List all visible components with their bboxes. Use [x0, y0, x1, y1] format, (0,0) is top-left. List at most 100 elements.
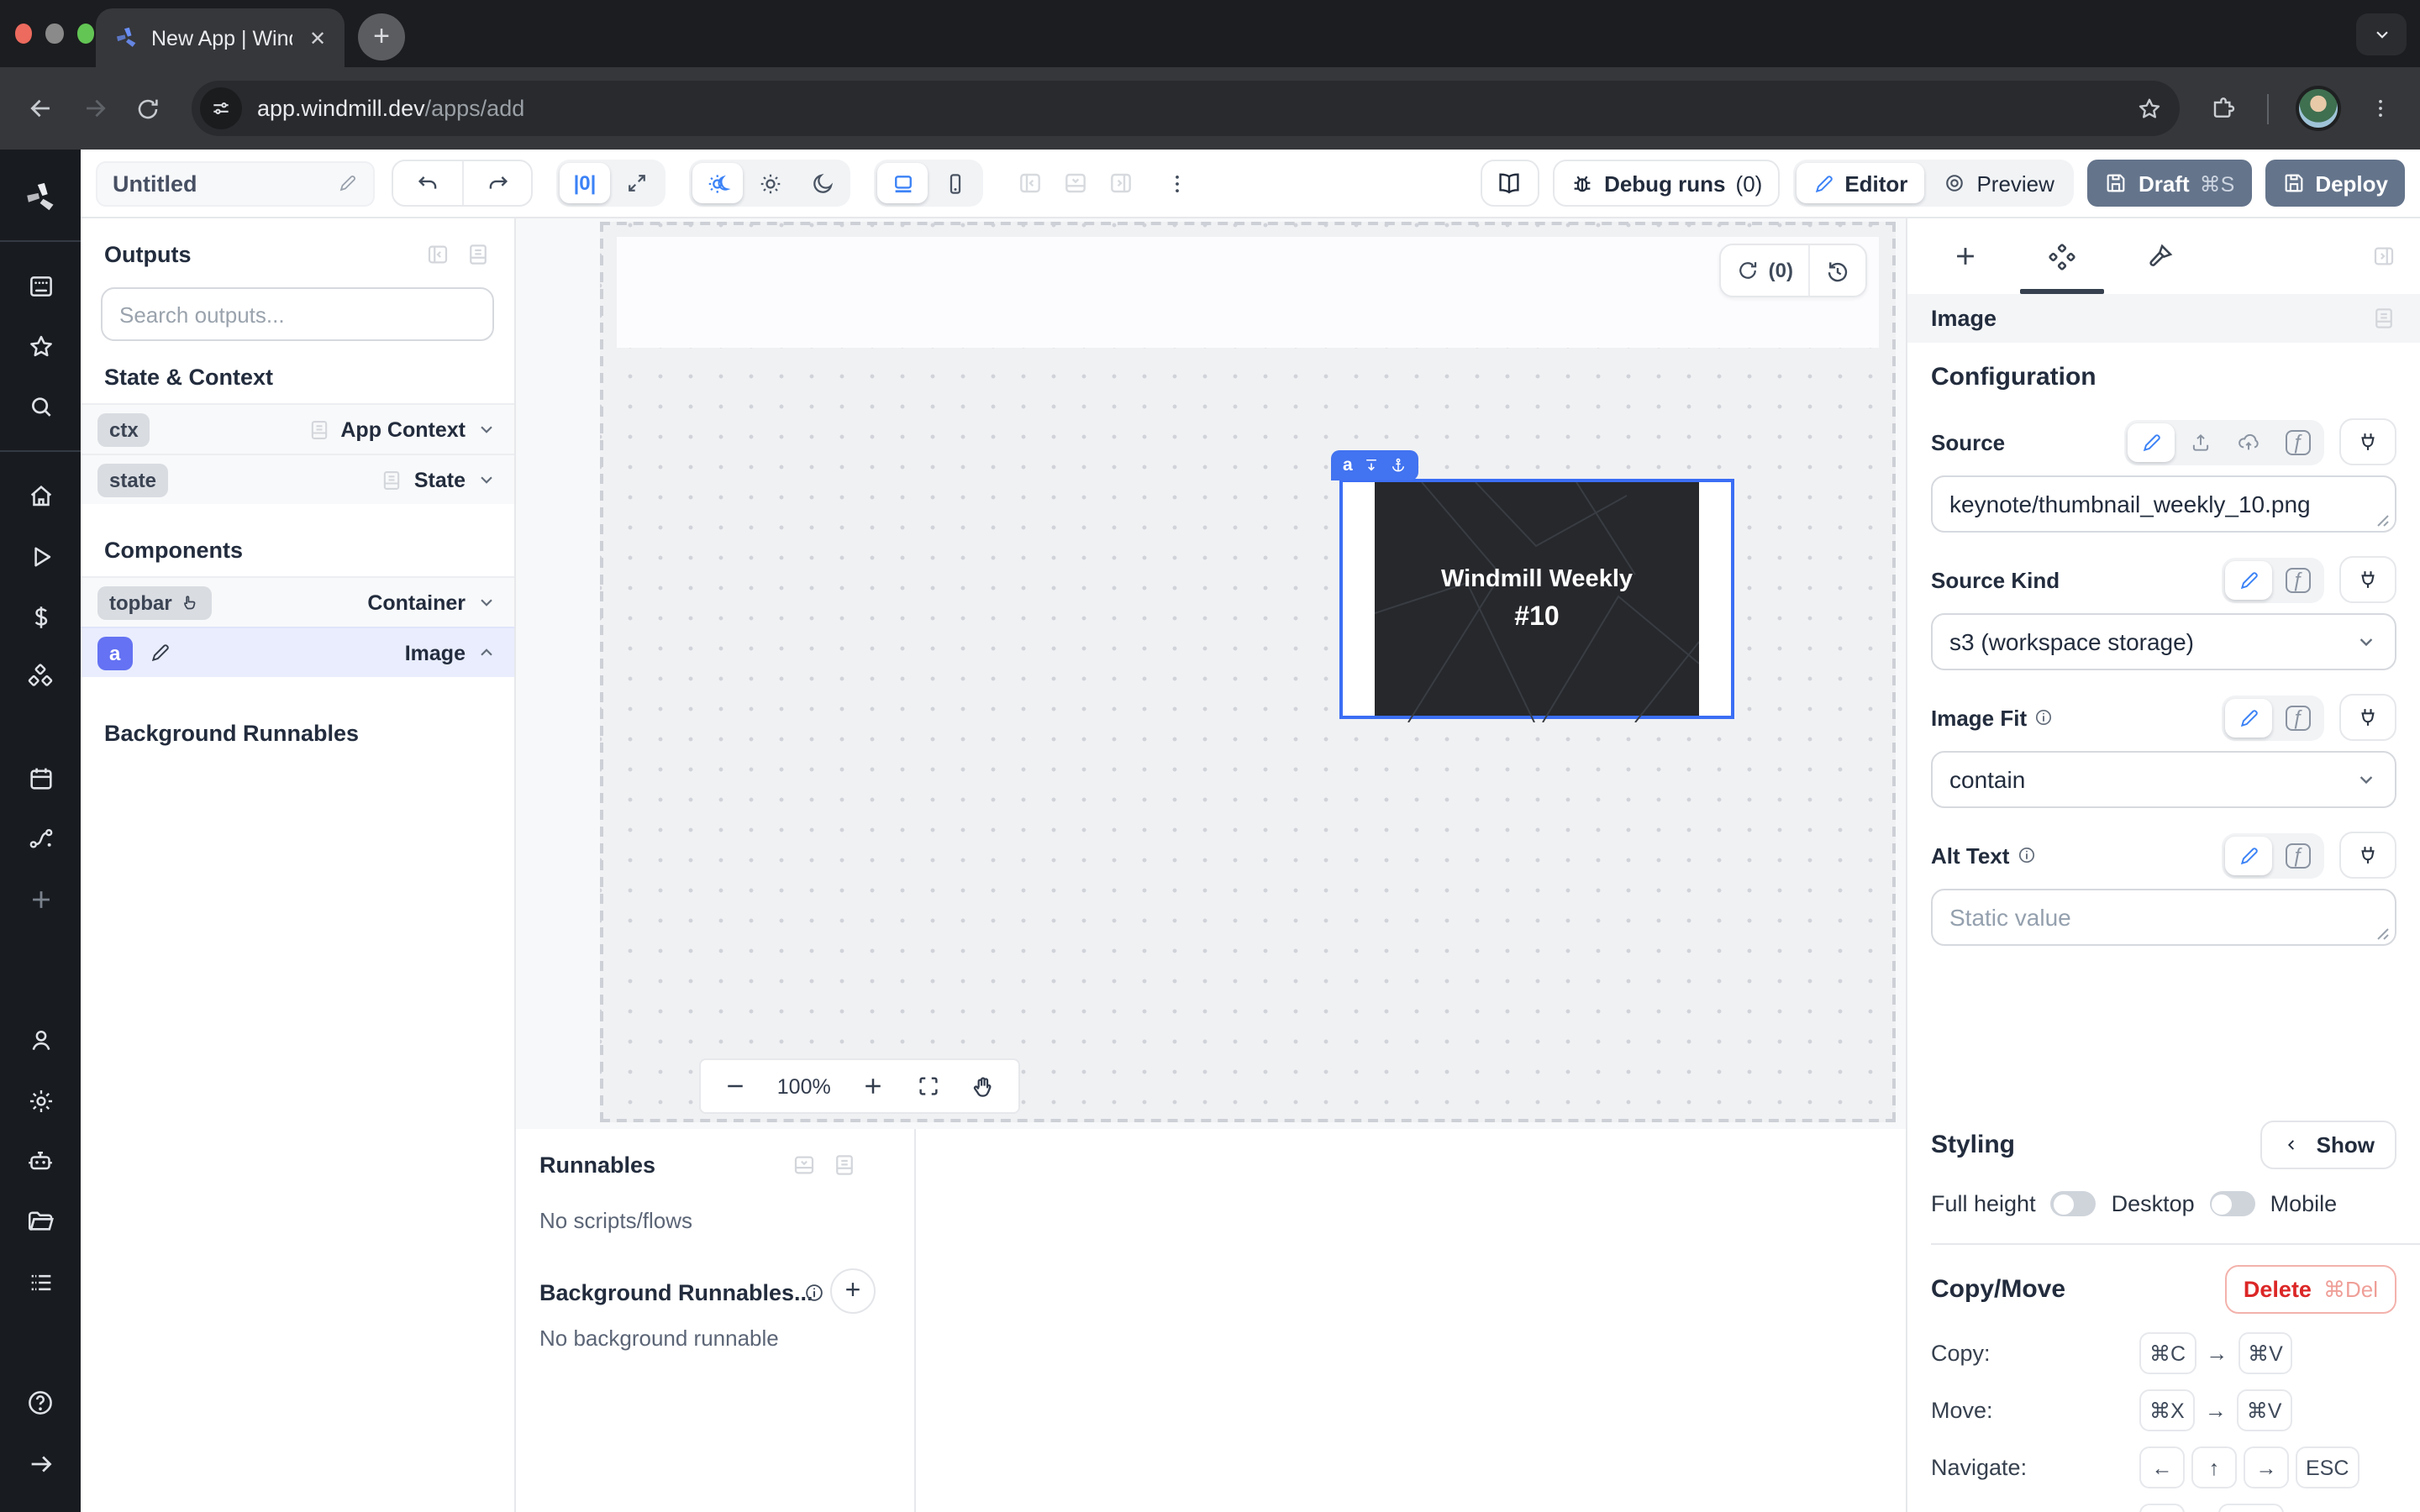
window-controls[interactable]	[0, 0, 94, 67]
toggle-bottom-panel-icon[interactable]	[1062, 170, 1089, 197]
desktop-view-button[interactable]	[877, 163, 928, 203]
theme-auto-button[interactable]	[692, 163, 743, 203]
sidebar-item-favorites[interactable]	[0, 316, 81, 376]
expression-mode-button[interactable]: ƒ	[2274, 698, 2321, 737]
fullscreen-canvas-button[interactable]	[612, 163, 662, 203]
sidebar-item-help[interactable]	[0, 1373, 81, 1433]
component-row-topbar[interactable]: topbar Container	[81, 576, 514, 627]
topbar-badge[interactable]: topbar	[97, 585, 213, 619]
chevron-down-icon[interactable]	[476, 469, 497, 491]
docs-button[interactable]	[1480, 160, 1539, 207]
tab-component-settings[interactable]	[2018, 218, 2106, 294]
deploy-button[interactable]: Deploy	[2265, 160, 2405, 207]
toggle-left-panel-icon[interactable]	[1017, 170, 1044, 197]
connect-output-button[interactable]	[2339, 694, 2396, 741]
expression-mode-button[interactable]: ƒ	[2274, 836, 2321, 874]
windmill-logo[interactable]	[0, 166, 81, 227]
add-background-runnable-button[interactable]: +	[830, 1268, 876, 1314]
close-tab-icon[interactable]: ✕	[304, 24, 331, 51]
tab-search-button[interactable]	[2356, 13, 2407, 55]
extensions-icon[interactable]	[2210, 95, 2237, 122]
doc-icon[interactable]	[2371, 306, 2396, 331]
refresh-components-button[interactable]: (0)	[1722, 245, 1808, 296]
full-height-mobile-toggle[interactable]	[2210, 1191, 2255, 1216]
alt-text-input[interactable]	[1949, 904, 2378, 931]
static-mode-button[interactable]	[2225, 560, 2272, 599]
collapse-outputs-icon[interactable]	[425, 242, 450, 267]
component-row-a-selected[interactable]: a Image	[81, 627, 514, 677]
draft-button[interactable]: Draft ⌘S	[2088, 160, 2251, 207]
selected-component-toolbar[interactable]: a	[1331, 450, 1418, 480]
ctx-badge[interactable]: ctx	[97, 412, 150, 446]
more-options-icon[interactable]	[1165, 171, 1190, 196]
profile-avatar[interactable]	[2296, 86, 2341, 131]
delete-component-button[interactable]: Delete ⌘Del	[2225, 1265, 2396, 1314]
sidebar-item-settings[interactable]	[0, 1070, 81, 1131]
source-kind-select[interactable]: s3 (workspace storage)	[1931, 613, 2396, 670]
outputs-doc-icon[interactable]	[466, 242, 491, 267]
mobile-view-button[interactable]	[929, 163, 980, 203]
collapse-runnables-icon[interactable]	[792, 1152, 817, 1178]
chevron-down-icon[interactable]	[476, 591, 497, 613]
reload-icon[interactable]	[124, 85, 171, 132]
image-component[interactable]: Windmill Weekly #10	[1339, 479, 1734, 719]
center-canvas-button[interactable]: |0|	[560, 163, 610, 203]
back-icon[interactable]	[17, 85, 64, 132]
redo-button[interactable]	[462, 161, 531, 205]
sidebar-item-home[interactable]	[0, 465, 81, 526]
runs-history-button[interactable]	[1808, 245, 1865, 296]
a-badge[interactable]: a	[97, 636, 132, 669]
sidebar-item-schedules[interactable]	[0, 748, 81, 808]
sidebar-item-resources[interactable]	[0, 647, 81, 707]
edit-component-id-icon[interactable]	[142, 636, 179, 669]
static-mode-button[interactable]	[2225, 698, 2272, 737]
sidebar-item-more[interactable]	[0, 869, 81, 929]
maximize-window-button[interactable]	[76, 24, 94, 44]
theme-dark-button[interactable]	[797, 163, 847, 203]
full-height-desktop-toggle[interactable]	[2051, 1191, 2096, 1216]
upload-mode-button[interactable]	[2176, 423, 2223, 461]
pan-tool-button[interactable]	[970, 1073, 997, 1100]
image-fit-select[interactable]: contain	[1931, 751, 2396, 808]
theme-light-button[interactable]	[744, 163, 795, 203]
site-settings-icon[interactable]	[200, 87, 242, 129]
collapse-inspector-icon[interactable]	[2371, 244, 2396, 269]
close-window-button[interactable]	[15, 24, 33, 44]
connect-output-button[interactable]	[2339, 556, 2396, 603]
resize-handle[interactable]	[2376, 927, 2390, 941]
sidebar-item-workers[interactable]	[0, 1131, 81, 1191]
source-value-input[interactable]	[1949, 491, 2378, 517]
output-row-ctx[interactable]: ctx App Context	[81, 403, 514, 454]
browser-menu-icon[interactable]	[2368, 96, 2393, 121]
expand-component-icon[interactable]	[1363, 457, 1380, 474]
sidebar-item-variables[interactable]	[0, 586, 81, 647]
zoom-out-button[interactable]	[723, 1074, 748, 1099]
runnables-doc-icon[interactable]	[832, 1152, 857, 1178]
show-styling-button[interactable]: Show	[2261, 1121, 2396, 1169]
edit-title-icon[interactable]	[338, 173, 358, 193]
zoom-in-button[interactable]	[860, 1074, 886, 1099]
expression-mode-button[interactable]: ƒ	[2274, 560, 2321, 599]
tab-insert-component[interactable]	[1921, 218, 2008, 294]
connect-output-button[interactable]	[2339, 418, 2396, 465]
address-bar[interactable]: app.windmill.dev/apps/add	[192, 81, 2180, 136]
debug-runs-button[interactable]: Debug runs (0)	[1552, 160, 1779, 207]
source-value-field[interactable]	[1931, 475, 2396, 533]
search-outputs-input[interactable]	[101, 287, 494, 341]
sidebar-item-logs[interactable]	[0, 1252, 81, 1312]
resize-handle[interactable]	[2376, 514, 2390, 528]
sidebar-expand-icon[interactable]	[0, 1433, 81, 1494]
chevron-up-icon[interactable]	[476, 642, 497, 664]
sidebar-item-apps[interactable]	[0, 255, 81, 316]
new-tab-button[interactable]: +	[358, 13, 405, 60]
bookmark-icon[interactable]	[2136, 95, 2163, 122]
alt-text-field[interactable]	[1931, 889, 2396, 946]
undo-button[interactable]	[393, 161, 462, 205]
s3-upload-mode-button[interactable]	[2225, 423, 2272, 461]
output-row-state[interactable]: state State	[81, 454, 514, 504]
sidebar-item-triggers[interactable]	[0, 808, 81, 869]
app-title-field[interactable]: Untitled	[96, 160, 375, 206]
chevron-down-icon[interactable]	[476, 418, 497, 440]
sidebar-item-runs[interactable]	[0, 526, 81, 586]
sidebar-item-users[interactable]	[0, 1010, 81, 1070]
